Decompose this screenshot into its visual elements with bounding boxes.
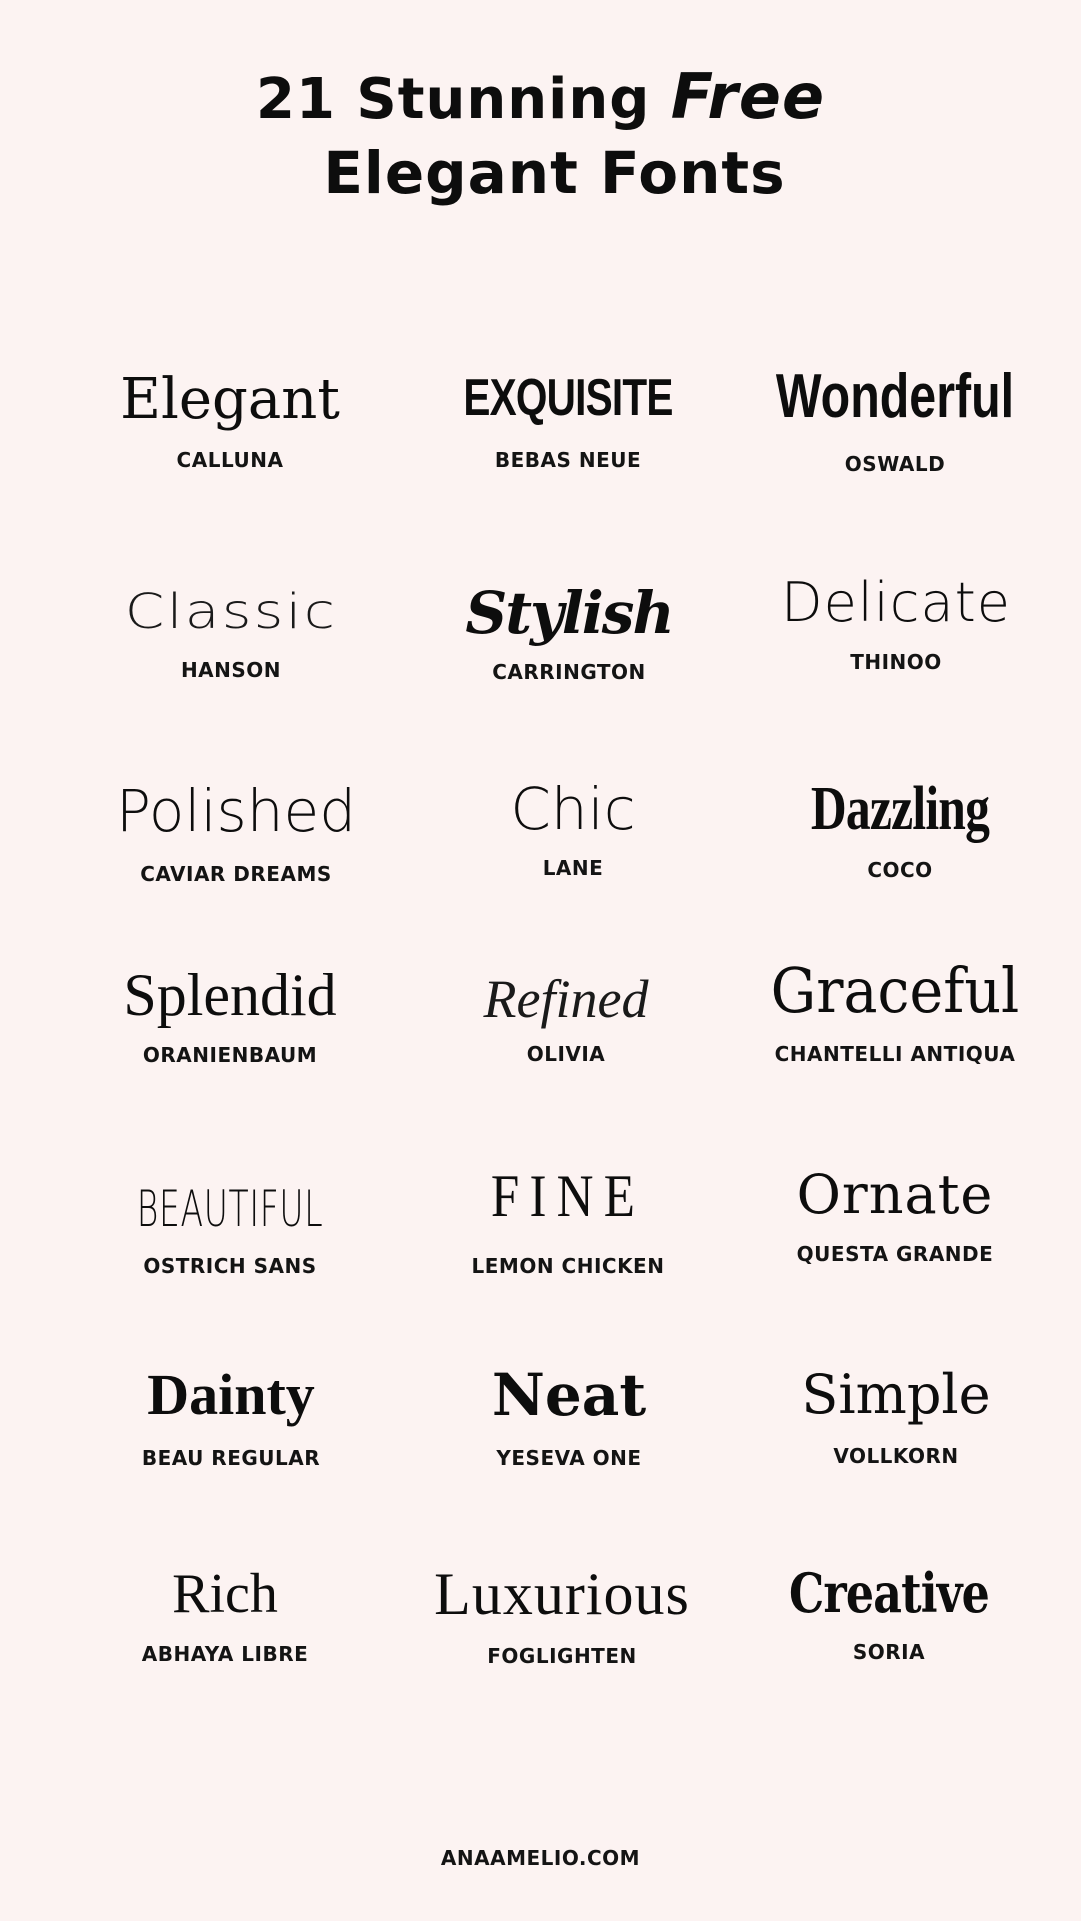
font-name: QUESTA GRANDE	[796, 1242, 994, 1266]
font-card-lane: Chic LANE	[413, 780, 733, 880]
font-card-bebas-neue: EXQUISITE BEBAS NEUE	[408, 372, 728, 472]
font-card-thinoo: Delicate THINOO	[736, 571, 1056, 675]
font-card-beau-regular: Dainty BEAU REGULAR	[71, 1362, 391, 1471]
font-name: ABHAYA LIBRE	[141, 1642, 309, 1666]
font-card-yeseva-one: Neat YESEVA ONE	[409, 1366, 729, 1470]
font-sample: Refined	[483, 969, 649, 1029]
font-sample: Ornate	[796, 1163, 994, 1226]
font-sample: Graceful	[770, 954, 1020, 1027]
font-sample: Dainty	[147, 1362, 315, 1427]
font-card-soria: Creative SORIA	[729, 1566, 1049, 1664]
font-name: OLIVIA	[526, 1042, 606, 1066]
font-sample: Elegant	[120, 367, 340, 432]
font-card-abhaya-libre: Rich ABHAYA LIBRE	[65, 1566, 385, 1666]
font-name: OSTRICH SANS	[143, 1254, 317, 1278]
font-card-chantelli-antiqua: Graceful CHANTELLI ANTIQUA	[735, 954, 1055, 1067]
font-name: COCO	[867, 858, 933, 882]
font-card-calluna: Elegant CALLUNA	[70, 367, 390, 473]
font-name: LANE	[542, 856, 604, 880]
font-card-ostrich-sans: BEAUTIFUL OSTRICH SANS	[70, 1184, 390, 1278]
font-name: ORANIENBAUM	[142, 1043, 318, 1067]
font-name: HANSON	[180, 658, 282, 682]
page-title: 21 Stunning Free Elegant Fonts	[0, 66, 1081, 207]
font-sample: Rich	[172, 1563, 278, 1625]
font-card-questa-grande: Ornate QUESTA GRANDE	[735, 1163, 1055, 1267]
font-sample: BEAUTIFUL	[136, 1180, 324, 1238]
font-card-vollkorn: Simple VOLLKORN	[736, 1363, 1056, 1469]
title-text: 21 Stunning	[256, 67, 651, 132]
font-sample: Simple	[801, 1363, 991, 1426]
font-card-foglighten: Luxurious FOGLIGHTEN	[402, 1564, 722, 1668]
font-card-coco: Dazzling COCO	[740, 778, 1060, 882]
font-card-oranienbaum: Splendid ORANIENBAUM	[70, 965, 390, 1067]
font-sample: Classic	[124, 584, 338, 640]
font-name: SORIA	[852, 1640, 926, 1664]
font-sample: Polished	[115, 777, 357, 845]
font-name: YESEVA ONE	[496, 1446, 642, 1470]
font-name: CHANTELLI ANTIQUA	[774, 1042, 1016, 1066]
font-card-olivia: Refined OLIVIA	[406, 972, 726, 1066]
title-emphasis: Free	[670, 60, 825, 133]
footer-website: ANAAMELIO.COM	[440, 1846, 641, 1870]
font-name: CARRINGTON	[492, 660, 646, 684]
title-line-2: Elegant Fonts	[323, 139, 786, 207]
font-sample: Neat	[491, 1361, 647, 1429]
font-sample: Delicate	[781, 571, 1011, 634]
font-sample: Luxurious	[434, 1561, 690, 1627]
font-card-carrington: Stylish CARRINGTON	[409, 584, 729, 684]
font-sample: Stylish	[465, 579, 674, 647]
font-sample: Splendid	[123, 962, 337, 1028]
font-name: VOLLKORN	[833, 1444, 959, 1468]
font-name: LEMON CHICKEN	[471, 1254, 665, 1278]
font-name: OSWALD	[844, 452, 946, 476]
font-card-oswald: Wonderful OSWALD	[735, 362, 1055, 477]
font-name: BEBAS NEUE	[494, 448, 642, 472]
title-line-1: 21 Stunning Free	[0, 66, 1081, 128]
font-name: BEAU REGULAR	[141, 1446, 321, 1470]
font-sample: Chic	[510, 775, 636, 843]
font-name: THINOO	[850, 650, 942, 674]
font-sample: FINE	[490, 1163, 646, 1229]
font-sample: Wonderful	[775, 362, 1015, 431]
font-card-hanson: Classic HANSON	[71, 588, 391, 682]
font-name: CALLUNA	[176, 448, 284, 472]
font-name: CAVIAR DREAMS	[140, 862, 332, 886]
font-name: FOGLIGHTEN	[487, 1644, 637, 1668]
font-card-lemon-chicken: FINE LEMON CHICKEN	[408, 1166, 728, 1278]
font-sample: Dazzling	[810, 775, 990, 843]
font-card-caviar-dreams: Polished CAVIAR DREAMS	[76, 782, 396, 886]
font-sample: Creative	[788, 1561, 990, 1625]
font-sample: EXQUISITE	[463, 369, 673, 427]
